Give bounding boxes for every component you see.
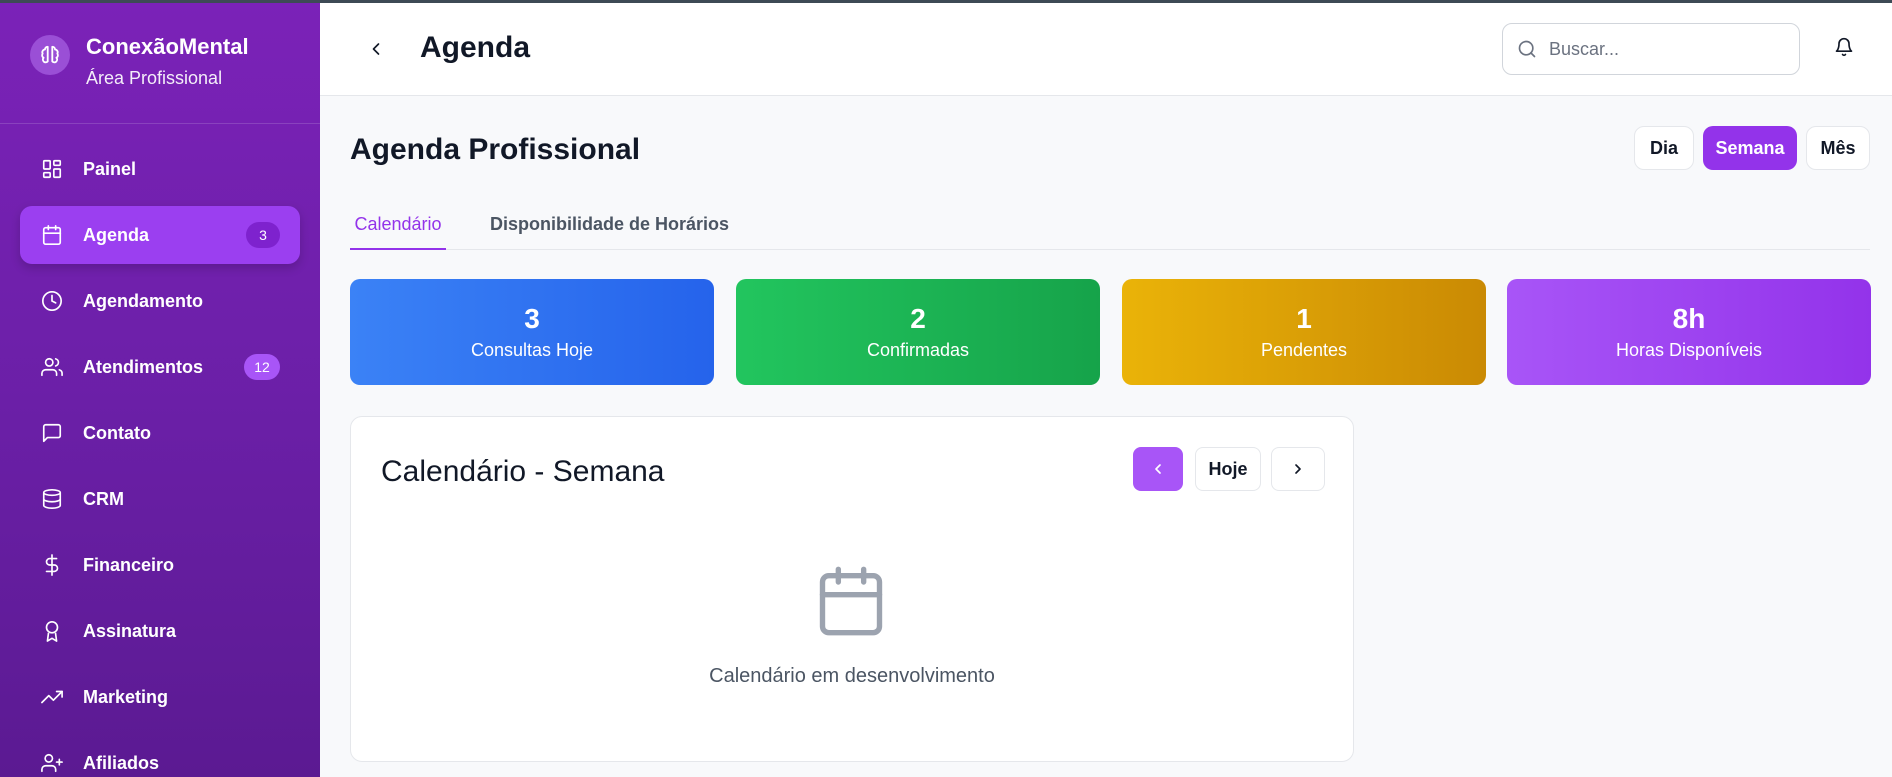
- atendimentos-count-badge: 12: [244, 354, 280, 380]
- stat-card-pendentes: 1 Pendentes: [1122, 279, 1486, 385]
- sidebar-item-label: CRM: [83, 488, 124, 509]
- view-day-button[interactable]: Dia: [1634, 126, 1694, 170]
- stat-value: 3: [524, 303, 540, 334]
- stat-card-consultas-hoje: 3 Consultas Hoje: [350, 279, 714, 385]
- bell-icon: [1835, 37, 1853, 57]
- calendar-icon: [40, 223, 64, 247]
- stat-value: 1: [1296, 303, 1312, 334]
- sidebar-item-label: Painel: [83, 158, 137, 179]
- sidebar-item-label: Assinatura: [83, 620, 177, 641]
- view-month-button[interactable]: Mês: [1806, 126, 1870, 170]
- user-plus-icon: [40, 751, 64, 775]
- view-week-button[interactable]: Semana: [1703, 126, 1797, 170]
- stat-label: Horas Disponíveis: [1615, 340, 1763, 360]
- stat-card-confirmadas: 2 Confirmadas: [736, 279, 1100, 385]
- calendar-title: Calendário - Semana: [381, 455, 665, 488]
- sidebar-item-label: Agendamento: [83, 290, 204, 311]
- search-input[interactable]: [1549, 38, 1789, 60]
- sidebar-item-marketing[interactable]: Marketing: [20, 668, 300, 726]
- chevron-left-icon: [372, 43, 380, 55]
- sidebar-item-crm[interactable]: CRM: [20, 470, 300, 528]
- trending-up-icon: [40, 685, 64, 709]
- stat-value: 8h: [1672, 303, 1706, 334]
- sidebar-item-painel[interactable]: Painel: [20, 140, 300, 198]
- agenda-count-badge: 3: [246, 222, 280, 248]
- brain-icon: [30, 34, 70, 75]
- search-box: [1502, 23, 1800, 75]
- database-icon: [40, 487, 64, 511]
- sidebar-item-agendamento[interactable]: Agendamento: [20, 272, 300, 330]
- sidebar: ConexãoMental Área Profissional Painel A…: [0, 0, 320, 777]
- message-icon: [40, 421, 64, 445]
- stat-value: 2: [910, 303, 926, 334]
- tabs: Calendário Disponibilidade de Horários: [350, 210, 1870, 250]
- sidebar-item-label: Marketing: [83, 686, 169, 707]
- stat-label: Confirmadas: [866, 340, 970, 360]
- page-title: Agenda Profissional: [350, 133, 641, 166]
- search-icon: [1518, 40, 1536, 58]
- sidebar-item-label: Afiliados: [83, 752, 160, 773]
- calendar-next-button[interactable]: [1271, 447, 1325, 491]
- award-icon: [40, 619, 64, 643]
- calendar-empty-message: Calendário em desenvolvimento: [709, 665, 995, 687]
- stat-label: Pendentes: [1260, 340, 1348, 360]
- sidebar-item-label: Contato: [83, 422, 151, 443]
- chevron-right-icon: [1295, 464, 1301, 474]
- stat-card-horas-disponiveis: 8h Horas Disponíveis: [1507, 279, 1871, 385]
- tab-calendario[interactable]: Calendário: [350, 210, 446, 250]
- calendar-card: Calendário - Semana Hoje Calendário em d…: [350, 416, 1354, 762]
- sidebar-item-contato[interactable]: Contato: [20, 404, 300, 462]
- sidebar-nav: Painel Agenda 3 Agendamento Atendimentos…: [20, 140, 300, 777]
- dashboard-icon: [40, 157, 64, 181]
- calendar-placeholder-icon: [813, 563, 889, 639]
- sidebar-item-afiliados[interactable]: Afiliados: [20, 734, 300, 777]
- back-button[interactable]: [360, 33, 392, 65]
- brand-subtitle: Área Profissional: [86, 67, 223, 88]
- sidebar-item-label: Agenda: [83, 224, 150, 245]
- chevron-left-icon: [1155, 464, 1161, 474]
- sidebar-item-agenda[interactable]: Agenda 3: [20, 206, 300, 264]
- sidebar-item-label: Financeiro: [83, 554, 175, 575]
- window-top-border: [0, 0, 1892, 3]
- header-title: Agenda: [420, 31, 531, 64]
- brand: ConexãoMental Área Profissional: [0, 0, 320, 124]
- sidebar-item-assinatura[interactable]: Assinatura: [20, 602, 300, 660]
- top-header: Agenda: [320, 3, 1892, 96]
- users-icon: [40, 355, 64, 379]
- sidebar-item-label: Atendimentos: [83, 356, 204, 377]
- brand-name: ConexãoMental: [86, 33, 249, 59]
- dollar-icon: [40, 553, 64, 577]
- sidebar-item-financeiro[interactable]: Financeiro: [20, 536, 300, 594]
- stat-label: Consultas Hoje: [470, 340, 594, 360]
- calendar-prev-button[interactable]: [1133, 447, 1183, 491]
- sidebar-item-atendimentos[interactable]: Atendimentos 12: [20, 338, 300, 396]
- clock-icon: [40, 289, 64, 313]
- tab-disponibilidade[interactable]: Disponibilidade de Horários: [490, 210, 729, 250]
- calendar-today-button[interactable]: Hoje: [1195, 447, 1261, 491]
- notifications-button[interactable]: [1832, 35, 1856, 59]
